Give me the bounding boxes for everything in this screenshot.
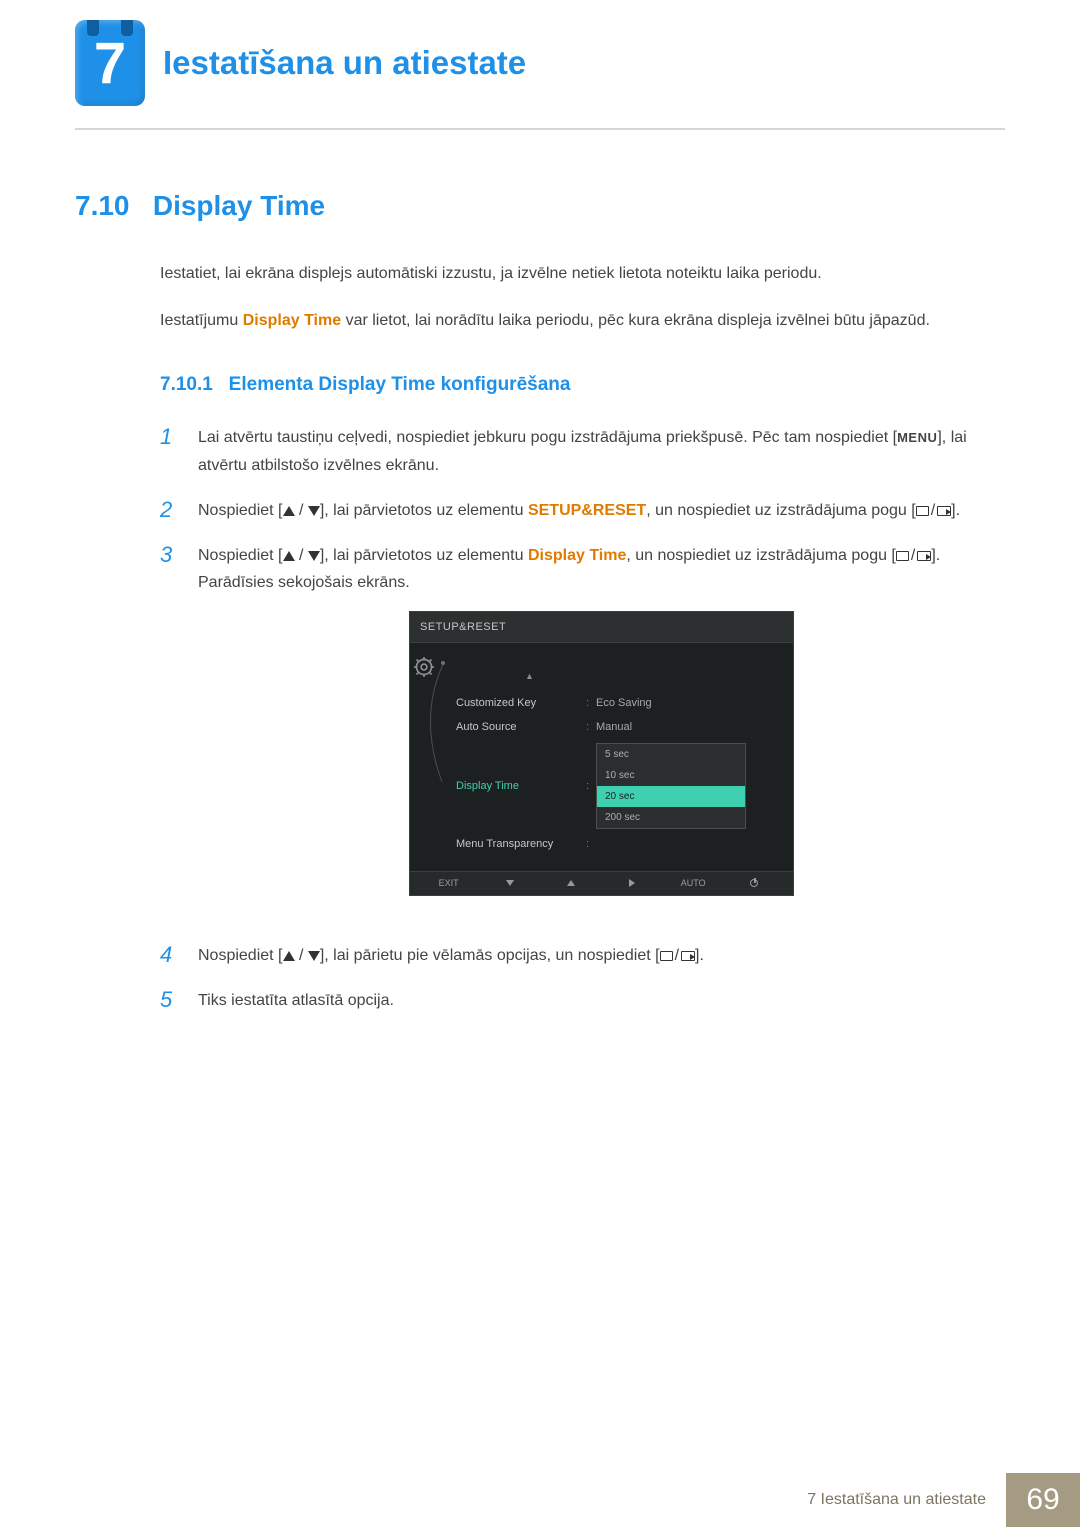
chapter-badge: 7 xyxy=(75,20,145,106)
section-title: Display Time xyxy=(153,190,325,221)
osd-auto-label: AUTO xyxy=(678,876,708,891)
step-number: 5 xyxy=(160,987,180,1014)
osd-right-icon xyxy=(617,879,647,887)
up-triangle-icon xyxy=(283,951,295,961)
gear-icon xyxy=(414,657,434,677)
step-number: 4 xyxy=(160,942,180,969)
osd-footer-buttons: EXIT AUTO xyxy=(410,871,793,895)
osd-option-200sec: 200 sec xyxy=(597,807,745,828)
osd-row-display-time: Display Time : 5 sec 10 sec 20 sec 200 s… xyxy=(456,740,793,832)
footer-chapter-label: 7 Iestatīšana un atiestate xyxy=(787,1473,1006,1527)
highlight-setup-reset: SETUP&RESET xyxy=(528,502,646,519)
up-triangle-icon xyxy=(283,551,295,561)
step-4: 4 Nospiediet [ / ], lai pārietu pie vēla… xyxy=(160,942,1005,969)
section-number: 7.10 xyxy=(75,190,130,221)
chapter-title: Iestatīšana un atiestate xyxy=(163,44,526,82)
step-number: 1 xyxy=(160,424,180,478)
step-number: 2 xyxy=(160,497,180,524)
step-number: 3 xyxy=(160,542,180,924)
intro-paragraph-2: Iestatījumu Display Time var lietot, lai… xyxy=(75,307,1005,334)
osd-up-icon xyxy=(556,880,586,886)
osd-power-icon xyxy=(739,879,769,887)
osd-row-auto-source: Auto Source : Manual xyxy=(456,715,793,740)
intro-paragraph-1: Iestatiet, lai ekrāna displejs automātis… xyxy=(75,260,1005,287)
up-triangle-icon xyxy=(283,506,295,516)
osd-option-10sec: 10 sec xyxy=(597,765,745,786)
osd-row-menu-transparency: Menu Transparency : xyxy=(456,832,793,857)
menu-button-label: MENU xyxy=(897,430,937,445)
page-footer: 7 Iestatīšana un atiestate 69 xyxy=(0,1473,1080,1527)
osd-panel: SETUP&RESET xyxy=(409,611,794,896)
steps-list: 1 Lai atvērtu taustiņu ceļvedi, nospiedi… xyxy=(75,424,1005,1014)
step-2: 2 Nospiediet [ / ], lai pārvietotos uz e… xyxy=(160,497,1005,524)
subsection-number: 7.10.1 xyxy=(160,374,213,395)
osd-row-customized-key: Customized Key : Eco Saving xyxy=(456,691,793,716)
enter-icon: / xyxy=(660,942,695,969)
down-triangle-icon xyxy=(308,506,320,516)
osd-title: SETUP&RESET xyxy=(410,612,793,644)
osd-menu-list: ▲ Customized Key : Eco Saving Auto Sourc… xyxy=(456,649,793,856)
section-heading: 7.10 Display Time xyxy=(75,190,1005,222)
osd-dropdown: 5 sec 10 sec 20 sec 200 sec xyxy=(596,743,746,829)
subsection-title: Elementa Display Time konfigurēšana xyxy=(229,374,571,395)
step-1: 1 Lai atvērtu taustiņu ceļvedi, nospiedi… xyxy=(160,424,1005,478)
step-3: 3 Nospiediet [ / ], lai pārvietotos uz e… xyxy=(160,542,1005,924)
osd-scroll-up-icon: ▲ xyxy=(456,669,793,684)
footer-page-number: 69 xyxy=(1006,1473,1080,1527)
osd-option-5sec: 5 sec xyxy=(597,744,745,765)
osd-screenshot: SETUP&RESET xyxy=(198,611,1005,896)
highlight-display-time: Display Time xyxy=(528,547,626,564)
enter-icon: / xyxy=(916,497,951,524)
osd-down-icon xyxy=(495,880,525,886)
enter-icon: / xyxy=(896,542,931,569)
osd-exit-label: EXIT xyxy=(434,876,464,891)
chapter-number: 7 xyxy=(94,30,126,97)
subsection-heading: 7.10.1 Elementa Display Time konfigurēša… xyxy=(160,374,1005,396)
down-triangle-icon xyxy=(308,951,320,961)
chapter-header: 7 Iestatīšana un atiestate xyxy=(75,20,1005,130)
step-5: 5 Tiks iestatīta atlasītā opcija. xyxy=(160,987,1005,1014)
highlight-display-time: Display Time xyxy=(243,312,341,329)
osd-option-20sec: 20 sec xyxy=(597,786,745,807)
osd-arc-decoration xyxy=(410,649,456,856)
down-triangle-icon xyxy=(308,551,320,561)
